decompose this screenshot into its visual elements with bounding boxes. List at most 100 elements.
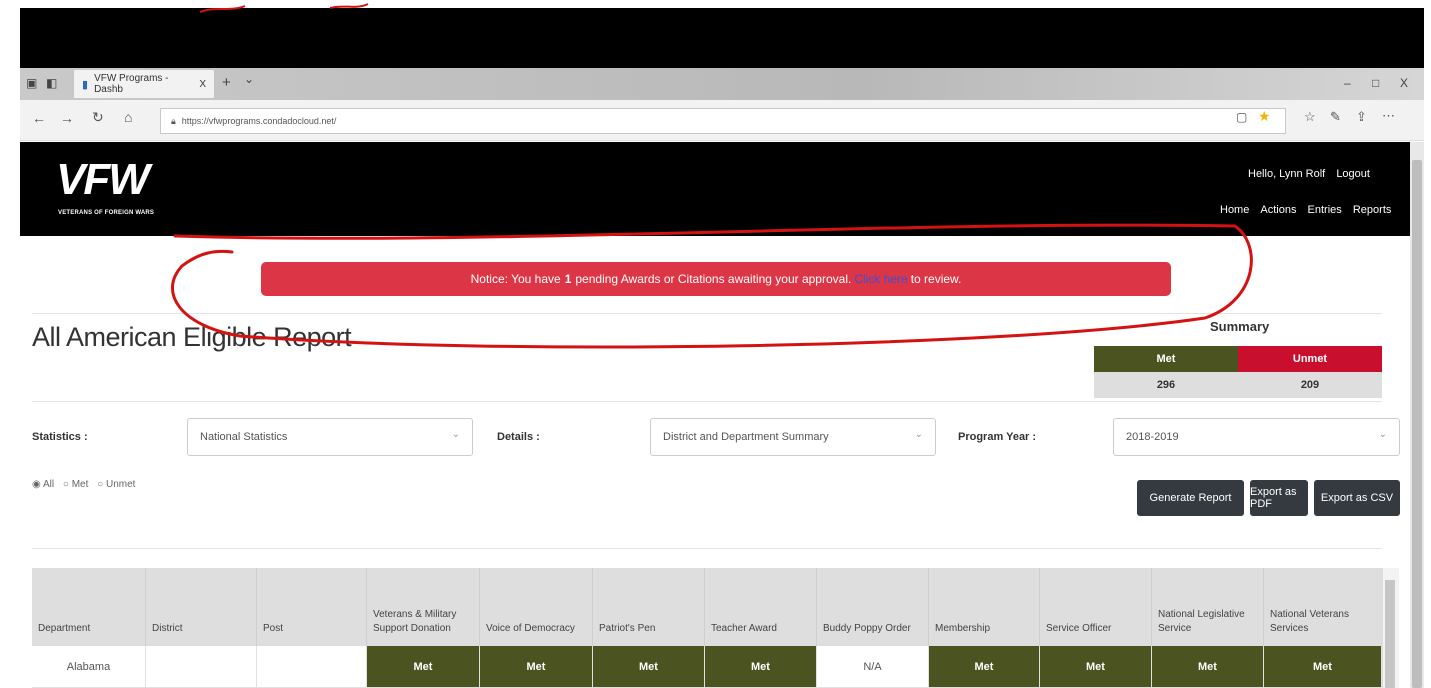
status-cell: Met — [593, 646, 705, 688]
table-cell: Alabama — [32, 646, 146, 688]
col-legislative-service[interactable]: National Legislative Service — [1152, 568, 1264, 646]
favorites-icon[interactable]: ☆ — [1304, 109, 1316, 125]
col-department[interactable]: Department — [32, 568, 146, 646]
details-select[interactable]: District and Department Summary ⌄ — [650, 418, 936, 456]
url-field[interactable]: 🔒︎ https://vfwprograms.condadocloud.net/ — [160, 108, 1286, 134]
share-icon[interactable]: ⇪ — [1356, 109, 1367, 125]
notice-prefix: Notice: You have — [470, 272, 561, 286]
nav-home[interactable]: Home — [1220, 204, 1249, 216]
statistics-value: National Statistics — [200, 431, 288, 443]
favorite-star-icon[interactable]: ★ — [1258, 108, 1271, 125]
program-year-value: 2018-2019 — [1126, 431, 1179, 443]
col-voice-of-democracy[interactable]: Voice of Democracy — [480, 568, 593, 646]
tab-favicon-icon: ▮ — [82, 78, 89, 91]
tab-list-icon[interactable]: ⌄ — [244, 72, 254, 86]
table-scrollbar-thumb[interactable] — [1385, 580, 1395, 688]
user-menu: Hello, Lynn Rolf Logout — [1240, 168, 1370, 180]
statistics-select[interactable]: National Statistics ⌄ — [187, 418, 473, 456]
tab-title: VFW Programs - Dashb — [94, 73, 169, 95]
col-membership[interactable]: Membership — [929, 568, 1040, 646]
notice-count: 1 — [564, 272, 572, 286]
maximize-button[interactable]: □ — [1372, 76, 1379, 90]
top-black-band — [20, 8, 1424, 68]
notice-review-link[interactable]: Click here — [854, 272, 907, 286]
col-veterans-military-support[interactable]: Veterans & Military Support Donation — [367, 568, 480, 646]
table-cell — [146, 646, 257, 688]
chevron-down-icon: ⌄ — [914, 429, 923, 440]
statistics-label: Statistics : — [32, 431, 88, 443]
export-pdf-button[interactable]: Export as PDF — [1250, 480, 1308, 516]
forward-icon[interactable]: → — [60, 110, 74, 126]
status-cell: N/A — [817, 646, 929, 688]
pen-icon[interactable]: ✎ — [1330, 109, 1341, 125]
radio-all-label: All — [42, 479, 55, 490]
radio-unmet-label: Unmet — [105, 479, 136, 490]
col-district[interactable]: District — [146, 568, 257, 646]
greeting-text: Hello, Lynn Rolf — [1248, 168, 1326, 180]
program-year-select[interactable]: 2018-2019 ⌄ — [1113, 418, 1400, 456]
divider — [32, 548, 1382, 549]
page-title: All American Eligible Report — [32, 322, 352, 352]
summary-unmet-value: 209 — [1238, 372, 1382, 398]
pending-notice-banner: Notice: You have 1 pending Awards or Cit… — [261, 262, 1171, 296]
details-value: District and Department Summary — [663, 431, 829, 443]
col-service-officer[interactable]: Service Officer — [1040, 568, 1152, 646]
tab-close-icon[interactable]: X — [199, 79, 206, 90]
program-year-label: Program Year : — [958, 431, 1037, 443]
tab-actions-icon[interactable]: ▣ — [26, 76, 37, 90]
new-tab-button[interactable]: + — [222, 74, 231, 91]
radio-met[interactable]: ○ Met — [63, 479, 89, 490]
minimize-button[interactable]: – — [1344, 76, 1351, 90]
summary-title: Summary — [1210, 319, 1270, 334]
summary-met-header: Met — [1094, 346, 1238, 372]
col-teacher-award[interactable]: Teacher Award — [705, 568, 817, 646]
col-patriots-pen[interactable]: Patriot's Pen — [593, 568, 705, 646]
generate-report-button[interactable]: Generate Report — [1137, 480, 1244, 516]
summary-met-value: 296 — [1094, 372, 1238, 398]
outer-margin — [0, 0, 20, 688]
status-cell: Met — [367, 646, 480, 688]
summary-unmet-header: Unmet — [1238, 346, 1382, 372]
notice-middle: pending Awards or Citations awaiting you… — [575, 272, 852, 286]
status-cell: Met — [1152, 646, 1264, 688]
url-text: https://vfwprograms.condadocloud.net/ — [181, 116, 337, 126]
home-icon[interactable]: ⌂ — [124, 109, 132, 125]
col-post[interactable]: Post — [257, 568, 367, 646]
close-window-button[interactable]: X — [1400, 76, 1408, 90]
radio-unmet[interactable]: ○ Unmet — [97, 479, 135, 490]
vfw-logo[interactable]: VFW — [56, 155, 150, 205]
nav-entries[interactable]: Entries — [1308, 204, 1342, 216]
col-veterans-services[interactable]: National Veterans Services — [1264, 568, 1382, 646]
page-scrollbar-thumb[interactable] — [1412, 160, 1422, 688]
site-header — [20, 142, 1410, 236]
radio-met-label: Met — [71, 479, 89, 490]
back-icon[interactable]: ← — [32, 110, 46, 126]
tab-aside-icon[interactable]: ◧ — [46, 76, 57, 90]
status-cell: Met — [705, 646, 817, 688]
main-nav: Home Actions Entries Reports — [1212, 204, 1391, 216]
status-cell: Met — [480, 646, 593, 688]
reading-view-icon[interactable]: ▢ — [1236, 110, 1247, 124]
browser-tab[interactable]: ▮ VFW Programs - Dashb X — [74, 70, 214, 98]
logout-link[interactable]: Logout — [1336, 168, 1370, 180]
filter-radio-group: ◉ All ○ Met ○ Unmet — [32, 479, 135, 490]
details-label: Details : — [497, 431, 540, 443]
divider — [32, 313, 1382, 314]
radio-all[interactable]: ◉ All — [32, 479, 54, 490]
notice-suffix: to review. — [910, 272, 962, 286]
col-buddy-poppy[interactable]: Buddy Poppy Order — [817, 568, 929, 646]
divider — [32, 401, 1382, 402]
nav-actions[interactable]: Actions — [1260, 204, 1296, 216]
status-cell: Met — [929, 646, 1040, 688]
refresh-icon[interactable]: ↻ — [92, 109, 104, 126]
more-icon[interactable]: ⋯ — [1382, 108, 1395, 124]
lock-icon: 🔒︎ — [171, 115, 176, 126]
outer-margin-right — [1424, 0, 1431, 688]
status-cell: Met — [1264, 646, 1382, 688]
table-cell — [257, 646, 367, 688]
status-cell: Met — [1040, 646, 1152, 688]
chevron-down-icon: ⌄ — [1378, 429, 1387, 440]
nav-reports[interactable]: Reports — [1353, 204, 1392, 216]
export-csv-button[interactable]: Export as CSV — [1314, 480, 1400, 516]
chevron-down-icon: ⌄ — [451, 429, 460, 440]
